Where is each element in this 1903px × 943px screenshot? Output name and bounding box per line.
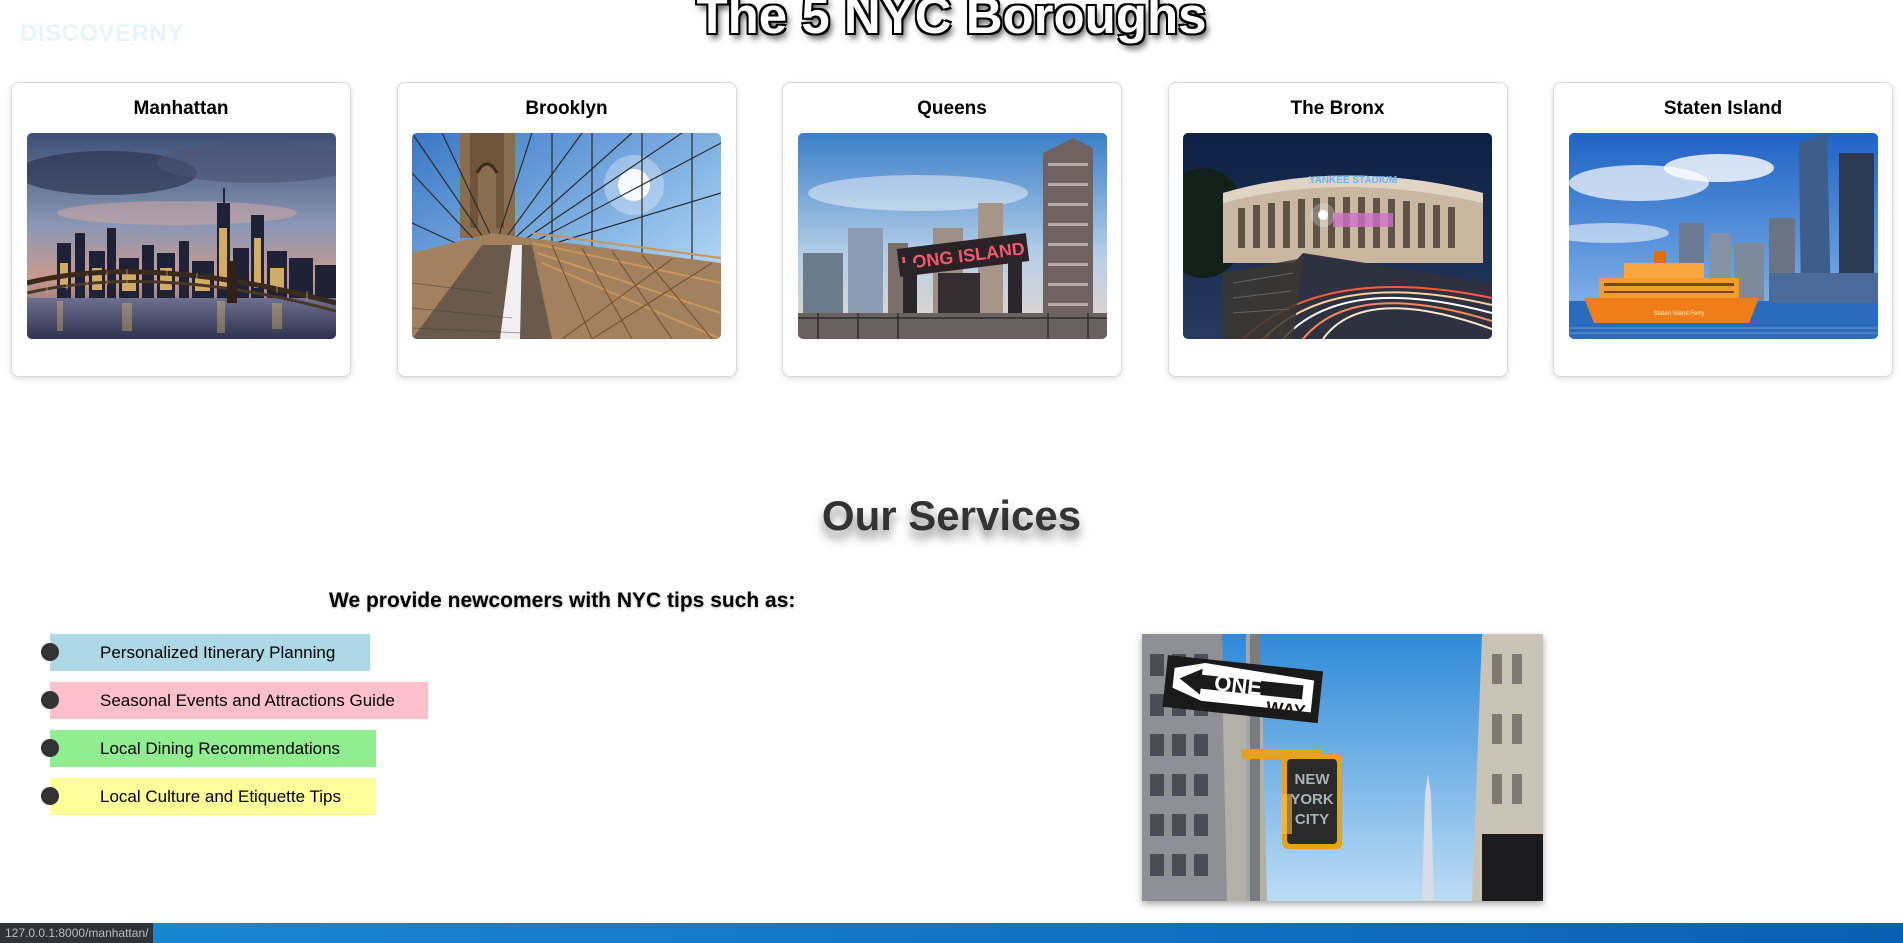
- nyc-sign-line3: CITY: [1295, 811, 1329, 828]
- bullet-icon: [41, 643, 59, 661]
- one-way-sign-way: WAY: [1265, 698, 1306, 722]
- borough-card-queens[interactable]: Queens LONG ISLAND: [782, 82, 1122, 377]
- nyc-street-sign-image: ONE WAY NEW YORK CITY: [1142, 634, 1543, 901]
- borough-card-brooklyn[interactable]: Brooklyn: [396, 82, 737, 377]
- service-item-label: Seasonal Events and Attractions Guide: [100, 691, 395, 710]
- bullet-icon: [41, 691, 59, 709]
- manhattan-skyline-image[interactable]: [26, 133, 336, 339]
- services-title: Our Services: [821, 492, 1082, 539]
- bullet-icon: [41, 787, 59, 805]
- service-item-itinerary: Personalized Itinerary Planning: [41, 634, 370, 671]
- service-item-dining: Local Dining Recommendations: [41, 730, 376, 767]
- page-title: The 5 NYC Boroughs: [696, 0, 1207, 44]
- services-list: Personalized Itinerary Planning Seasonal…: [41, 634, 428, 826]
- service-item-label: Local Dining Recommendations: [100, 739, 341, 758]
- browser-status-bar: 127.0.0.1:8000/manhattan/: [0, 923, 1903, 943]
- borough-card-manhattan[interactable]: Manhattan: [11, 82, 351, 377]
- service-item-seasonal-events: Seasonal Events and Attractions Guide: [41, 682, 428, 719]
- borough-card-staten-island[interactable]: Staten Island Staten Island Ferry: [1553, 82, 1893, 377]
- service-item-culture: Local Culture and Etiquette Tips: [41, 778, 376, 815]
- nyc-sign-line2: YORK: [1290, 791, 1334, 808]
- status-url: 127.0.0.1:8000/manhattan/: [0, 923, 154, 943]
- service-item-label: Personalized Itinerary Planning: [100, 643, 336, 662]
- ferry-name-text: Staten Island Ferry: [1653, 311, 1704, 317]
- borough-cards: Manhattan Brooklyn Queens LONG ISLAND Th…: [11, 82, 1893, 379]
- borough-card-the-bronx[interactable]: The Bronx YANKEE STADIUM: [1167, 82, 1508, 377]
- one-way-sign-one: ONE: [1213, 670, 1263, 700]
- borough-card-title: Manhattan: [133, 98, 229, 119]
- bullet-icon: [41, 739, 59, 757]
- service-item-label: Local Culture and Etiquette Tips: [100, 787, 341, 806]
- bronx-yankee-stadium-image[interactable]: YANKEE STADIUM: [1183, 133, 1492, 339]
- queens-long-island-image[interactable]: LONG ISLAND: [797, 133, 1107, 339]
- nyc-sign-line1: NEW: [1295, 771, 1331, 788]
- borough-card-title: Brooklyn: [525, 98, 608, 119]
- borough-card-title: The Bronx: [1290, 98, 1385, 119]
- services-intro: We provide newcomers with NYC tips such …: [329, 589, 796, 612]
- borough-card-title: Staten Island: [1663, 98, 1783, 119]
- brooklyn-bridge-image[interactable]: [412, 133, 721, 339]
- staten-island-ferry-image[interactable]: Staten Island Ferry: [1568, 133, 1878, 339]
- borough-card-title: Queens: [917, 98, 987, 119]
- stadium-sign-text: YANKEE STADIUM: [1309, 175, 1397, 186]
